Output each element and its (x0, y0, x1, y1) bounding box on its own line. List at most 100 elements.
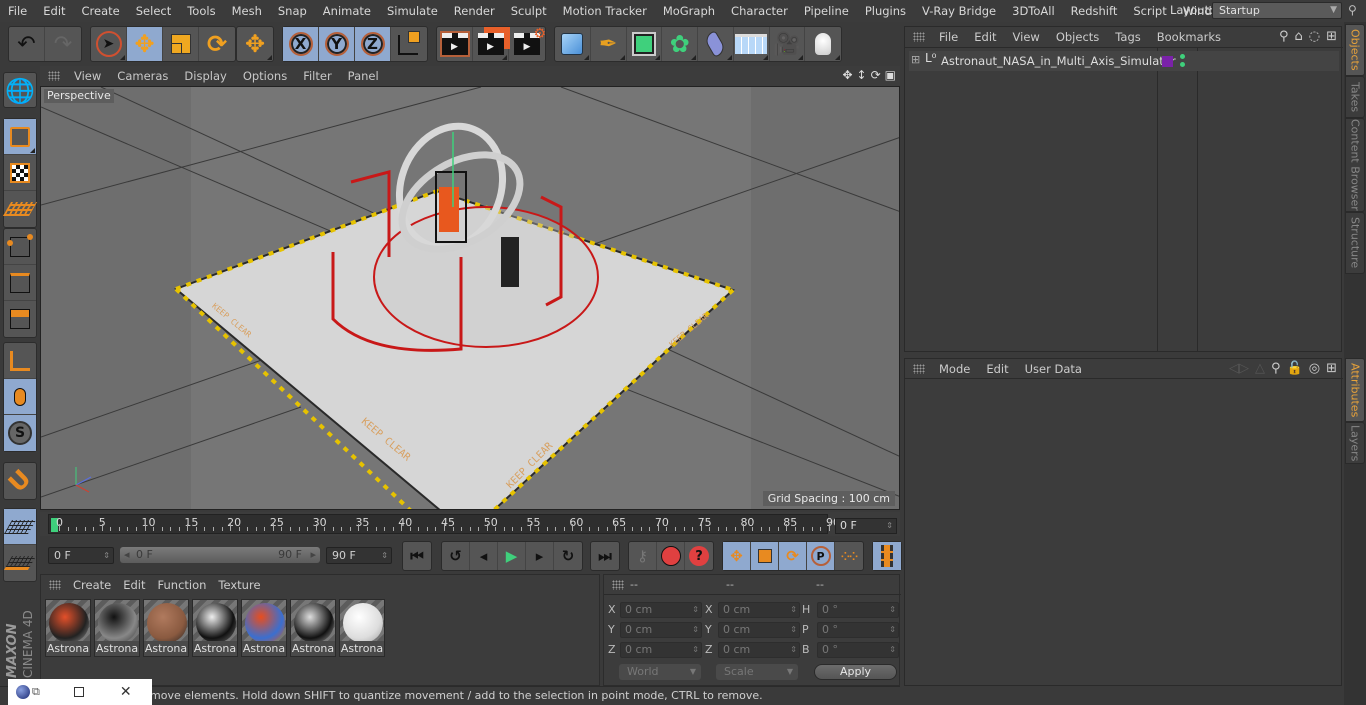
coord-value-field[interactable]: 0 cm ⇕ (620, 642, 702, 658)
3d-viewport[interactable]: KEEP CLEAR KEEP CLEAR KEEP CLEAR KEEP CL… (40, 86, 900, 510)
maximize-view-icon[interactable]: ▣ (885, 68, 896, 82)
menu-select[interactable]: Select (128, 4, 179, 18)
coordinate-mode-dropdown[interactable]: World ▼ (619, 664, 701, 680)
object-menu-tags[interactable]: Tags (1107, 30, 1148, 44)
panel-grip-icon[interactable] (913, 363, 925, 374)
size-mode-dropdown[interactable]: Scale ▼ (716, 664, 798, 680)
menu-redshift[interactable]: Redshift (1063, 4, 1126, 18)
record-keys-button[interactable]: ⚷ (629, 542, 657, 570)
timeline-window-button[interactable] (873, 542, 901, 570)
menu-file[interactable]: File (0, 4, 35, 18)
panel-grip-icon[interactable] (913, 32, 925, 42)
tab-takes[interactable]: Takes (1345, 76, 1365, 118)
viewport-menu-panel[interactable]: Panel (340, 69, 387, 83)
material-swatch[interactable]: Astrona (290, 599, 336, 657)
material-menu-texture[interactable]: Texture (212, 578, 266, 592)
menu-snap[interactable]: Snap (270, 4, 315, 18)
coord-value-field[interactable]: 0 ° ⇕ (817, 622, 899, 638)
prev-key-button[interactable]: ↺ (442, 542, 470, 570)
goto-end-button[interactable]: ⏭ (591, 542, 619, 570)
attribute-menu-mode[interactable]: Mode (931, 362, 978, 376)
model-mode-button[interactable] (4, 119, 36, 155)
dolly-icon[interactable]: ↕ (857, 68, 867, 82)
recent-tool-button[interactable]: ✥ (237, 27, 273, 61)
camera-button[interactable]: 🎥 (770, 27, 806, 61)
search-icon[interactable]: ⚲ (1271, 361, 1281, 376)
object-menu-file[interactable]: File (931, 30, 966, 44)
expand-icon[interactable]: ⊞ (911, 53, 920, 66)
play-button[interactable]: ▶ (498, 542, 526, 570)
solo-button[interactable]: S (4, 415, 36, 451)
subdivision-button[interactable] (627, 27, 663, 61)
object-row[interactable]: ⊞ L⁰ Astronaut_NASA_in_Multi_Axis_Simula… (909, 51, 1339, 71)
viewport-menu-display[interactable]: Display (176, 69, 234, 83)
maximize-button[interactable] (73, 687, 84, 697)
lock-workplane-button[interactable] (3, 509, 37, 545)
back-arrow-icon[interactable]: ◁▷ (1229, 361, 1249, 376)
restore-button[interactable]: ⧉ (32, 685, 40, 699)
material-swatch[interactable]: Astrona (94, 599, 140, 657)
key-rotation-button[interactable]: ⟳ (779, 542, 807, 570)
menu-tools[interactable]: Tools (179, 4, 223, 18)
material-swatch[interactable]: Astrona (241, 599, 287, 657)
menu-simulate[interactable]: Simulate (379, 4, 446, 18)
search-icon[interactable]: ⚲ (1348, 3, 1357, 17)
material-tag-icon[interactable] (1162, 56, 1173, 67)
menu-character[interactable]: Character (723, 4, 796, 18)
render-view-button[interactable]: ▶ (437, 27, 473, 61)
material-menu-create[interactable]: Create (67, 578, 117, 592)
coord-value-field[interactable]: 0 cm ⇕ (620, 622, 702, 638)
keyframe-selection-button[interactable]: ? (685, 542, 713, 570)
material-swatch[interactable]: Astrona (339, 599, 385, 657)
menu-script[interactable]: Script (1125, 4, 1174, 18)
texture-mode-button[interactable] (4, 155, 36, 191)
new-panel-icon[interactable]: ⊞ (1326, 29, 1337, 44)
live-selection-button[interactable]: ➤ (91, 27, 127, 61)
spline-pen-button[interactable]: ✒ (591, 27, 627, 61)
camera-label[interactable]: Perspective (44, 89, 114, 103)
viewport-menu-view[interactable]: View (66, 69, 109, 83)
key-position-button[interactable]: ✥ (723, 542, 751, 570)
tab-structure[interactable]: Structure (1345, 212, 1365, 274)
snap-button[interactable]: U (3, 463, 37, 499)
coord-value-field[interactable]: 0 cm ⇕ (620, 602, 702, 618)
undo-button[interactable]: ↶ (9, 27, 45, 61)
panel-grip-icon[interactable] (49, 580, 61, 590)
coord-value-field[interactable]: 0 cm ⇕ (718, 642, 800, 658)
menu-create[interactable]: Create (74, 4, 128, 18)
object-name[interactable]: Astronaut_NASA_in_Multi_Axis_Simulator (941, 54, 1176, 68)
pan-icon[interactable]: ✥ (842, 68, 852, 82)
object-menu-objects[interactable]: Objects (1048, 30, 1107, 44)
viewport-menu-cameras[interactable]: Cameras (109, 69, 176, 83)
object-menu-view[interactable]: View (1005, 30, 1048, 44)
autokey-button[interactable] (657, 542, 685, 570)
home-icon[interactable]: ⌂ (1294, 29, 1302, 44)
menu-pipeline[interactable]: Pipeline (796, 4, 857, 18)
coord-value-field[interactable]: 0 ° ⇕ (817, 642, 899, 658)
key-scale-button[interactable] (751, 542, 779, 570)
menu-mograph[interactable]: MoGraph (655, 4, 723, 18)
redo-button[interactable]: ↷ (45, 27, 81, 61)
material-swatch[interactable]: Astrona (45, 599, 91, 657)
range-left-arrow-icon[interactable]: ◂ (124, 547, 130, 563)
target-icon[interactable]: ◎ (1309, 361, 1320, 376)
timeline-ruler[interactable]: 0 5 10 15 20 25 30 35 40 45 50 55 60 65 70 75 80 85 90 (48, 514, 840, 534)
menu-mesh[interactable]: Mesh (224, 4, 270, 18)
eye-icon[interactable]: ◌ (1309, 29, 1320, 44)
scale-tool-button[interactable] (163, 27, 199, 61)
search-icon[interactable]: ⚲ (1279, 29, 1289, 44)
orbit-icon[interactable]: ⟳ (871, 68, 881, 82)
goto-start-button[interactable]: ⏮ (403, 542, 431, 570)
edges-mode-button[interactable] (4, 265, 36, 301)
object-menu-edit[interactable]: Edit (966, 30, 1004, 44)
key-parameter-button[interactable]: P (807, 542, 835, 570)
new-panel-icon[interactable]: ⊞ (1326, 361, 1337, 376)
layout-dropdown[interactable]: Startup ▼ (1212, 2, 1342, 19)
coord-value-field[interactable]: 0 cm ⇕ (718, 602, 800, 618)
attribute-menu-edit[interactable]: Edit (978, 362, 1016, 376)
range-right-arrow-icon[interactable]: ▸ (310, 547, 316, 563)
y-axis-lock-button[interactable]: Y (319, 27, 355, 61)
floor-button[interactable] (734, 27, 770, 61)
menu-vray-bridge[interactable]: V-Ray Bridge (914, 4, 1004, 18)
coordinate-system-button[interactable] (391, 27, 427, 61)
